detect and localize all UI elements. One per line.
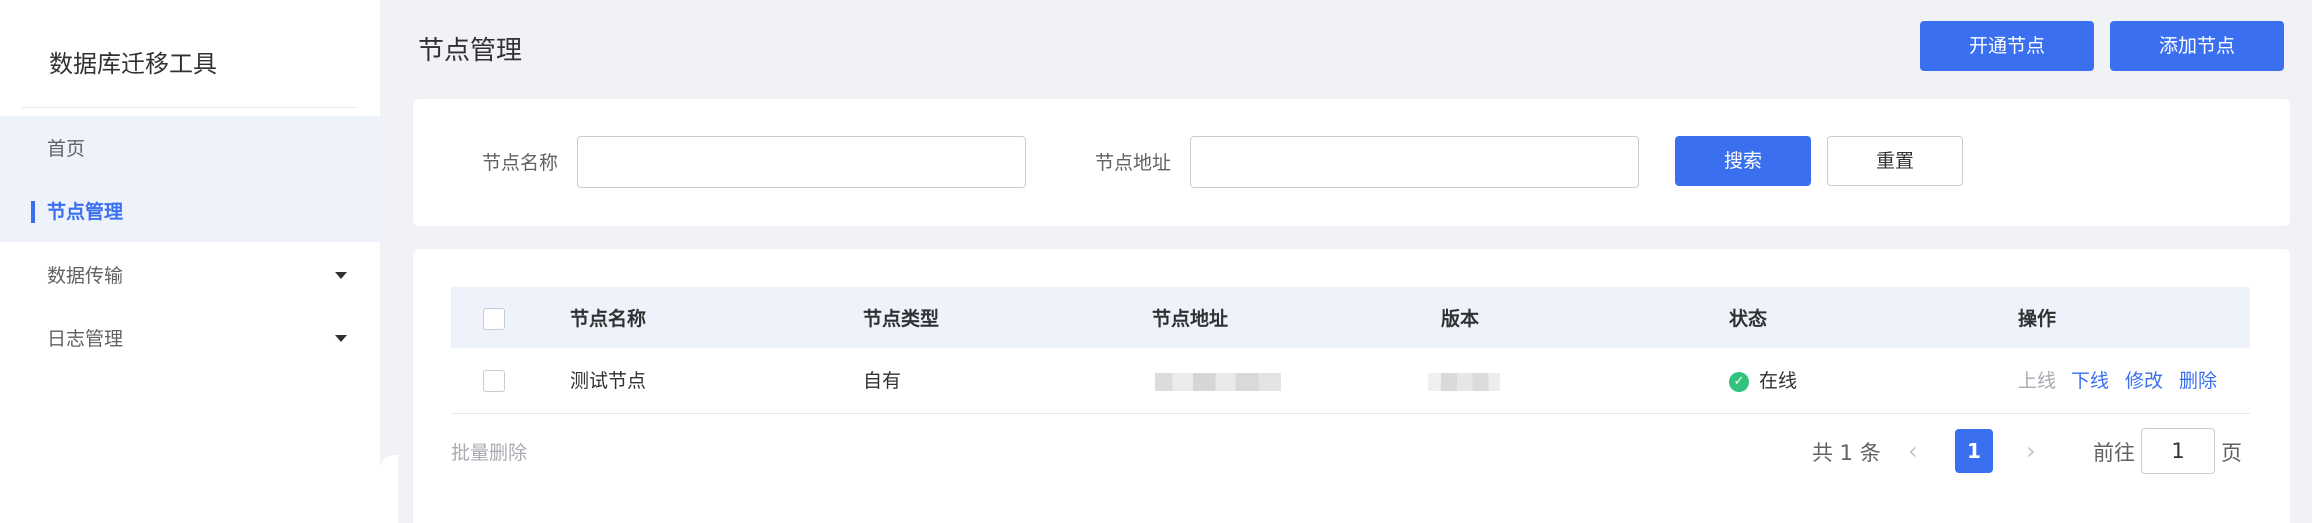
online-status-icon: ✓ xyxy=(1729,372,1749,392)
search-button[interactable]: 搜索 xyxy=(1675,136,1811,186)
caret-down-icon xyxy=(335,335,347,342)
sidebar-item-data-transfer[interactable]: 数据传输 xyxy=(47,261,357,291)
select-all-checkbox[interactable] xyxy=(483,308,505,330)
active-indicator xyxy=(31,201,35,223)
column-header-version: 版本 xyxy=(1441,308,1480,330)
sidebar-corner xyxy=(380,455,398,523)
batch-delete-button[interactable]: 批量删除 xyxy=(451,440,527,466)
delete-action-link[interactable]: 删除 xyxy=(2179,368,2217,394)
page-suffix-label: 页 xyxy=(2221,441,2242,465)
app-title: 数据库迁移工具 xyxy=(49,50,217,78)
sidebar-divider xyxy=(22,107,356,108)
sidebar-item-log-management[interactable]: 日志管理 xyxy=(47,324,357,354)
add-node-button[interactable]: 添加节点 xyxy=(2110,21,2284,71)
sidebar-item-label: 数据传输 xyxy=(47,265,124,287)
node-name-label: 节点名称 xyxy=(482,152,559,174)
node-address-label: 节点地址 xyxy=(1095,152,1172,174)
goto-page-input[interactable] xyxy=(2141,428,2215,474)
row-divider xyxy=(451,413,2250,414)
current-page-button[interactable]: 1 xyxy=(1955,429,1993,473)
column-header-actions: 操作 xyxy=(2018,308,2057,330)
open-node-button[interactable]: 开通节点 xyxy=(1920,21,2094,71)
table-header xyxy=(451,287,2250,348)
edit-action-link[interactable]: 修改 xyxy=(2125,368,2163,394)
column-header-address: 节点地址 xyxy=(1152,308,1229,330)
page-title: 节点管理 xyxy=(418,36,523,66)
column-header-name: 节点名称 xyxy=(570,308,647,330)
redacted-address xyxy=(1155,373,1281,391)
prev-page-icon[interactable]: ‹ xyxy=(1908,436,1918,466)
offline-action-link[interactable]: 下线 xyxy=(2071,368,2109,394)
reset-button[interactable]: 重置 xyxy=(1827,136,1963,186)
node-name-input[interactable] xyxy=(577,136,1026,188)
online-action-link[interactable]: 上线 xyxy=(2018,368,2056,394)
next-page-icon[interactable]: › xyxy=(2026,436,2036,466)
sidebar: 数据库迁移工具 首页 节点管理 数据传输 日志管理 xyxy=(0,0,380,523)
node-name-cell: 测试节点 xyxy=(570,370,647,392)
status-cell: 在线 xyxy=(1759,370,1798,392)
node-type-cell: 自有 xyxy=(863,370,902,392)
sidebar-item-label: 日志管理 xyxy=(47,328,124,350)
node-address-input[interactable] xyxy=(1190,136,1639,188)
goto-label: 前往 xyxy=(2093,441,2135,465)
redacted-version xyxy=(1428,373,1500,391)
row-checkbox[interactable] xyxy=(483,370,505,392)
total-count: 共 1 条 xyxy=(1812,441,1881,465)
sidebar-item-node-management[interactable]: 节点管理 xyxy=(47,197,357,227)
sidebar-item-home[interactable]: 首页 xyxy=(47,134,357,164)
column-header-status: 状态 xyxy=(1729,308,1768,330)
column-header-type: 节点类型 xyxy=(863,308,940,330)
caret-down-icon xyxy=(335,272,347,279)
